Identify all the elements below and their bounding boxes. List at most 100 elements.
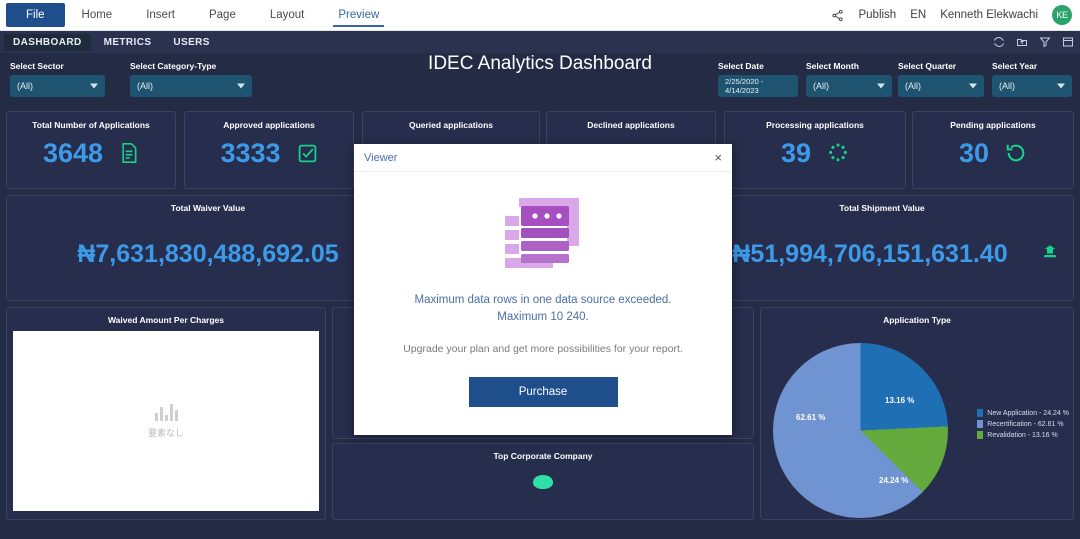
kpi-value: 3333 [220,137,281,168]
avatar[interactable]: KE [1052,5,1072,25]
modal-message-line2: Maximum 10 240. [497,310,589,323]
modal-message-line1: Maximum data rows in one data source exc… [414,294,672,306]
kpi-card-pending-applications[interactable]: Pending applications 30 [912,111,1074,189]
kpi-card-approved-applications[interactable]: Approved applications 3333 [184,111,354,189]
share-icon[interactable] [831,9,844,22]
filter-label-sector: Select Sector [10,61,64,71]
chevron-down-icon [877,83,885,89]
filter-select-date[interactable]: Select Date 2/25/2020 - 4/14/2023 [718,61,798,97]
kpi-value: 3648 [42,137,104,168]
filter-select-month[interactable]: Select Month (All) [806,61,892,97]
nav-item-metrics[interactable]: METRICS [95,34,161,51]
pie-slice-label-revalidation: 13.16 % [885,396,915,405]
empty-chart-text: 要素なし [147,427,184,438]
kpi-title: Approved applications [223,120,315,130]
pie-slice-label-recertification: 62.61 % [796,413,826,422]
filter-value-sector-text: (All) [17,81,33,91]
modal-body: Maximum data rows in one data source exc… [354,172,732,408]
kpi-title: Total Number of Applications [32,120,150,130]
filter-value-quarter[interactable]: (All) [898,75,984,97]
modal-header: Viewer × [354,144,732,172]
value-panel-amount: ₦51,994,706,151,631.40 [732,239,1008,268]
kpi-card-processing-applications[interactable]: Processing applications 39 [724,111,906,189]
refresh-icon[interactable] [993,36,1005,48]
chevron-down-icon [90,83,98,89]
filter-label-date: Select Date [718,61,764,71]
filter-label-year: Select Year [992,61,1038,71]
ribbon-right-actions: Publish EN Kenneth Elekwachi KE [831,0,1080,30]
nav-item-users[interactable]: USERS [164,34,218,51]
panel-waived-amount-per-charges[interactable]: Waived Amount Per Charges 要素なし [6,307,326,520]
pie-slice-label-new-application: 24.24 % [879,476,909,485]
purchase-button[interactable]: Purchase [468,377,618,408]
tab-preview[interactable]: Preview [321,0,396,30]
viewer-modal: Viewer × Maximum data rows in one data s… [354,144,732,435]
shipment-icon [1041,243,1059,266]
document-icon [119,142,139,164]
filter-value-date[interactable]: 2/25/2020 - 4/14/2023 [718,75,798,97]
publish-button[interactable]: Publish [858,9,896,21]
pie-chart-slices [773,343,948,518]
filter-icon[interactable] [1039,36,1051,48]
dashboard-navbar: DASHBOARD METRICS USERS [0,31,1080,53]
kpi-card-total-applications[interactable]: Total Number of Applications 3648 [6,111,176,189]
kpi-title: Queried applications [408,120,494,130]
filter-value-date-text: 2/25/2020 - 4/14/2023 [725,77,764,95]
nav-item-dashboard[interactable]: DASHBOARD [4,33,91,51]
navbar-tools [993,36,1080,48]
legend-item[interactable]: Revalidation - 13.16 % [977,431,1069,439]
kpi-title: Processing applications [766,120,864,130]
legend-swatch-icon [977,431,984,439]
user-name-label[interactable]: Kenneth Elekwachi [940,9,1038,21]
export-icon[interactable] [1016,36,1028,48]
filter-select-quarter[interactable]: Select Quarter (All) [898,61,984,97]
value-panel-title: Total Shipment Value [839,203,925,213]
spinner-icon [827,142,849,164]
tab-home[interactable]: Home [65,0,130,30]
language-selector[interactable]: EN [910,9,926,21]
modal-title: Viewer [364,151,398,164]
filter-value-month[interactable]: (All) [806,75,892,97]
kpi-title: Pending applications [950,120,1036,130]
filter-label-quarter: Select Quarter [898,61,957,71]
pie-chart: 62.61 % 13.16 % 24.24 % New Application … [761,331,1073,518]
legend-swatch-icon [977,409,984,417]
filter-value-category-type-text: (All) [137,81,153,91]
legend-item[interactable]: New Application - 24.24 % [977,409,1069,417]
filter-bar: Select Sector (All) Select Category-Type… [0,53,1080,108]
tab-page[interactable]: Page [192,0,253,30]
value-panel-total-waiver[interactable]: Total Waiver Value ₦7,631,830,488,692.05 [6,195,410,301]
filter-select-sector[interactable]: Select Sector (All) [10,61,105,97]
panel-application-type[interactable]: Application Type 62.61 % 13.16 % 24.24 %… [760,307,1074,520]
chevron-down-icon [237,83,245,89]
chevron-down-icon [969,83,977,89]
chevron-down-icon [1057,83,1065,89]
filter-value-category-type[interactable]: (All) [130,75,252,97]
history-icon [1005,142,1027,164]
filter-select-year[interactable]: Select Year (All) [992,61,1072,97]
close-icon[interactable]: × [714,151,722,164]
legend-label: New Application - 24.24 % [987,409,1069,417]
kpi-value: 30 [958,137,990,168]
ribbon-toolbar: File Home Insert Page Layout Preview Pub… [0,0,1080,31]
modal-sub-message: Upgrade your plan and get more possibili… [403,343,683,356]
bar-chart-icon [154,403,178,421]
tab-file[interactable]: File [6,3,65,27]
filter-value-sector[interactable]: (All) [10,75,105,97]
filter-select-category-type[interactable]: Select Category-Type (All) [130,61,252,97]
filter-label-month: Select Month [806,61,859,71]
kpi-title: Declined applications [587,120,675,130]
company-marker-icon [533,475,553,489]
legend-label: Revalidation - 13.16 % [987,431,1058,439]
panel-title: Application Type [883,315,951,325]
ribbon-tabs: File Home Insert Page Layout Preview [0,0,396,30]
value-panel-total-shipment[interactable]: Total Shipment Value ₦51,994,706,151,631… [690,195,1074,301]
legend-item[interactable]: Recertification - 62.61 % [977,420,1069,428]
fullscreen-icon[interactable] [1062,36,1074,48]
tab-layout[interactable]: Layout [253,0,322,30]
legend-label: Recertification - 62.61 % [987,420,1064,428]
value-panel-amount: ₦7,631,830,488,692.05 [77,239,339,268]
panel-top-corporate-company[interactable]: Top Corporate Company [332,443,754,520]
filter-value-year[interactable]: (All) [992,75,1072,97]
tab-insert[interactable]: Insert [129,0,192,30]
